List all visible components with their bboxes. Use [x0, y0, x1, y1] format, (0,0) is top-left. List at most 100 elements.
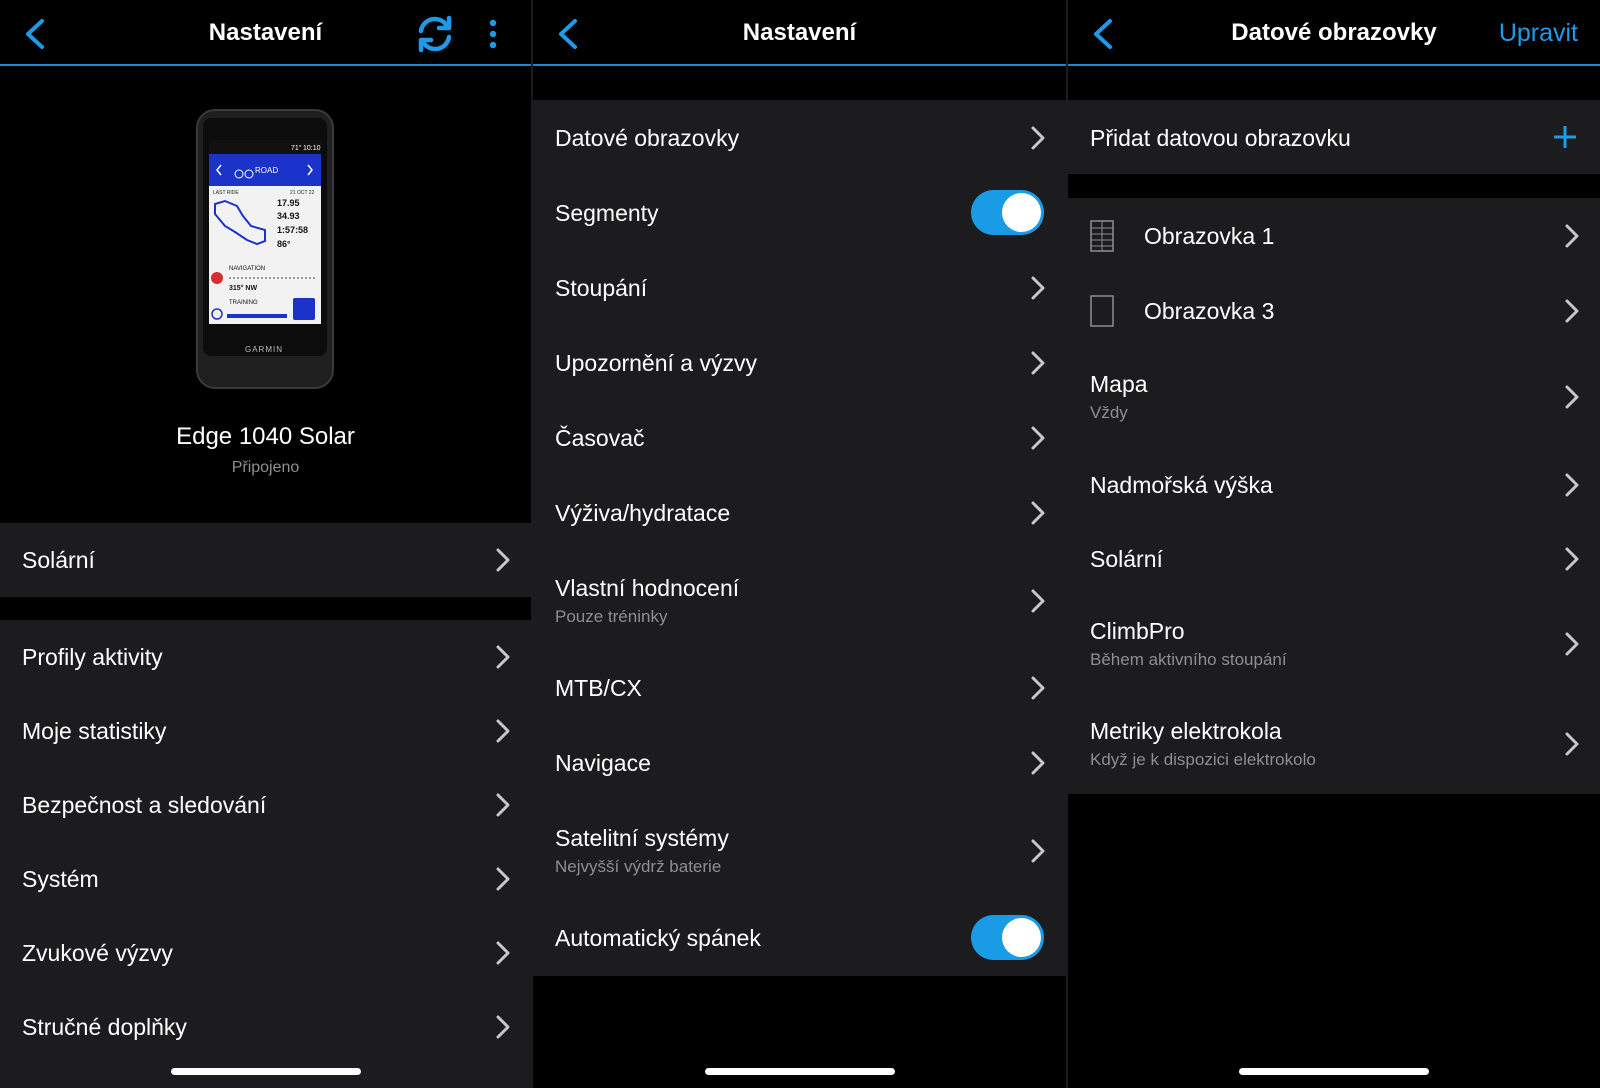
home-indicator[interactable]: [704, 1068, 895, 1075]
chevron-right-icon: [496, 941, 510, 965]
data-screens-panel: Datové obrazovky Upravit Přidat datovou …: [1068, 0, 1600, 1088]
device-stat-3: 1:57:58: [277, 225, 308, 235]
solar-group: Solární: [0, 523, 531, 597]
row-label: Moje statistiky: [22, 718, 167, 744]
settings-row-segments: Segmenty: [533, 175, 1066, 250]
chevron-right-icon: [1031, 589, 1045, 613]
data-screen-row-solar[interactable]: Solární: [1068, 522, 1600, 596]
settings-row-activity-profiles[interactable]: Profily aktivity: [0, 620, 531, 694]
chevron-right-icon: [496, 645, 510, 669]
device-screen-last-ride: LAST RIDE: [213, 190, 239, 196]
chevron-right-icon: [496, 548, 510, 572]
settings-row-timer[interactable]: Časovač: [533, 400, 1066, 475]
settings-row-mtb-cx[interactable]: MTB/CX: [533, 650, 1066, 725]
row-label: Nadmořská výška: [1090, 472, 1273, 498]
settings-row-safety-tracking[interactable]: Bezpečnost a sledování: [0, 768, 531, 842]
home-indicator[interactable]: [1239, 1068, 1429, 1075]
row-label: Výživa/hydratace: [555, 500, 731, 526]
single-field-layout-icon: [1090, 295, 1114, 327]
settings-row-navigation[interactable]: Navigace: [533, 725, 1066, 800]
header: Nastavení: [533, 0, 1066, 66]
row-label: Segmenty: [555, 200, 659, 226]
add-screen-group: Přidat datovou obrazovku: [1068, 100, 1600, 174]
settings-panel-activity: Nastavení Datové obrazovky Segmenty Stou…: [533, 0, 1066, 1088]
row-label: Přidat datovou obrazovku: [1090, 125, 1351, 151]
settings-row-nutrition[interactable]: Výživa/hydratace: [533, 475, 1066, 550]
more-options-icon[interactable]: [484, 18, 502, 50]
row-label: Vlastní hodnocení: [555, 575, 740, 601]
sync-icon[interactable]: [414, 14, 456, 54]
chevron-right-icon: [1565, 385, 1579, 409]
data-screen-row-climbpro[interactable]: ClimbPro Během aktivního stoupání: [1068, 596, 1600, 696]
settings-group: Profily aktivity Moje statistiky Bezpečn…: [0, 620, 531, 1088]
auto-sleep-toggle[interactable]: [971, 915, 1044, 960]
row-label: Satelitní systémy: [555, 825, 729, 851]
chevron-right-icon: [1031, 276, 1045, 300]
settings-row-solar[interactable]: Solární: [0, 523, 531, 597]
page-title: Nastavení: [742, 19, 857, 46]
row-label: Bezpečnost a sledování: [22, 792, 267, 818]
chevron-right-icon: [1565, 632, 1579, 656]
chevron-right-icon: [1565, 547, 1579, 571]
row-subtitle: Během aktivního stoupání: [1090, 650, 1287, 669]
row-label: Obrazovka 1: [1144, 223, 1275, 249]
device-screen-temp: 71°: [291, 144, 302, 152]
chevron-right-icon: [1031, 839, 1045, 863]
row-label: ClimbPro: [1090, 618, 1185, 644]
device-image: 71° 10:10 ROAD LAST RIDE 21 OCT 22 17.95…: [196, 109, 334, 389]
data-screen-row-map[interactable]: Mapa Vždy: [1068, 348, 1600, 448]
device-stat-1: 17.95: [277, 198, 300, 208]
chevron-right-icon: [1031, 351, 1045, 375]
settings-row-auto-sleep: Automatický spánek: [533, 900, 1066, 976]
device-status: Připojeno: [231, 459, 300, 476]
settings-row-satellite[interactable]: Satelitní systémy Nejvyšší výdrž baterie: [533, 800, 1066, 900]
settings-row-climbs[interactable]: Stoupání: [533, 250, 1066, 325]
settings-panel-device: Nastavení 71° 10:10 ROAD LAST RIDE 21 OC…: [0, 0, 531, 1088]
chevron-right-icon: [496, 1015, 510, 1039]
device-screen-nav: NAVIGATION: [229, 266, 265, 272]
row-subtitle: Když je k dispozici elektrokolo: [1090, 750, 1316, 769]
settings-row-audio-prompts[interactable]: Zvukové výzvy: [0, 916, 531, 990]
data-screen-row-ebike[interactable]: Metriky elektrokola Když je k dispozici …: [1068, 696, 1600, 794]
chevron-right-icon: [1565, 299, 1579, 323]
row-subtitle: Pouze tréninky: [555, 607, 668, 626]
settings-row-system[interactable]: Systém: [0, 842, 531, 916]
row-label: Mapa: [1090, 371, 1148, 397]
chevron-right-icon: [1031, 426, 1045, 450]
row-label: Solární: [22, 547, 95, 573]
row-label: Obrazovka 3: [1144, 298, 1275, 324]
device-stat-2: 34.93: [277, 211, 300, 221]
data-screen-row-3[interactable]: Obrazovka 3: [1068, 273, 1600, 348]
edit-button[interactable]: Upravit: [1499, 19, 1578, 48]
data-screen-row-1[interactable]: Obrazovka 1: [1068, 198, 1600, 273]
chevron-right-icon: [1565, 732, 1579, 756]
chevron-right-icon: [1031, 126, 1045, 150]
settings-row-glances[interactable]: Stručné doplňky: [0, 990, 531, 1064]
device-screen-training: TRAINING: [229, 300, 258, 306]
row-label: Zvukové výzvy: [22, 940, 173, 966]
add-data-screen-row[interactable]: Přidat datovou obrazovku: [1068, 100, 1600, 174]
device-screen-time: 10:10: [303, 145, 321, 152]
device-stat-4: 86°: [277, 239, 291, 249]
settings-row-data-screens[interactable]: Datové obrazovky: [533, 100, 1066, 175]
chevron-right-icon: [1031, 751, 1045, 775]
chevron-right-icon: [496, 793, 510, 817]
chevron-right-icon: [1565, 224, 1579, 248]
chevron-right-icon: [496, 867, 510, 891]
data-screen-row-elevation[interactable]: Nadmořská výška: [1068, 448, 1600, 522]
row-label: Profily aktivity: [22, 644, 163, 670]
device-screen-nav-value: 315° NW: [229, 284, 257, 292]
row-label: Stručné doplňky: [22, 1014, 187, 1040]
row-label: Automatický spánek: [555, 925, 761, 951]
home-indicator[interactable]: [170, 1068, 361, 1075]
segments-toggle[interactable]: [971, 190, 1044, 235]
row-subtitle: Vždy: [1090, 403, 1128, 422]
settings-row-my-stats[interactable]: Moje statistiky: [0, 694, 531, 768]
row-subtitle: Nejvyšší výdrž baterie: [555, 857, 722, 876]
row-label: Systém: [22, 866, 99, 892]
grid-layout-icon: [1090, 220, 1114, 252]
plus-icon[interactable]: [1554, 126, 1576, 148]
settings-row-alerts[interactable]: Upozornění a výzvy: [533, 325, 1066, 400]
row-label: Metriky elektrokola: [1090, 718, 1282, 744]
settings-row-self-evaluation[interactable]: Vlastní hodnocení Pouze tréninky: [533, 550, 1066, 650]
